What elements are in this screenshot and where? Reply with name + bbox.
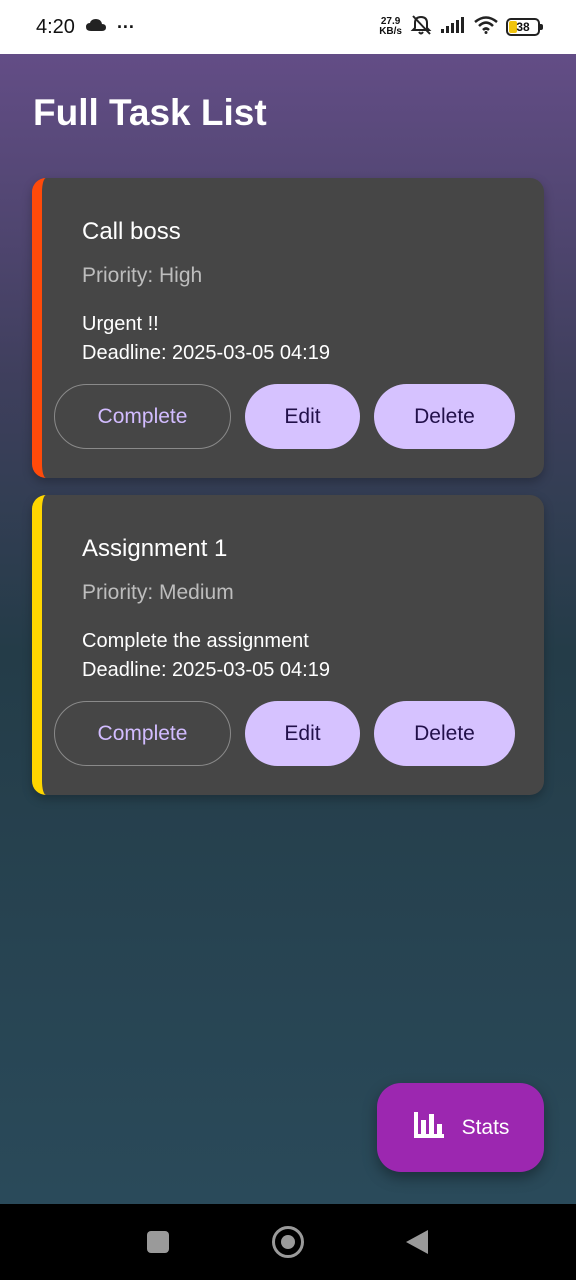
status-bar: 4:20 ··· 27.9 KB/s 38 (0, 0, 576, 54)
back-icon[interactable] (406, 1230, 428, 1254)
task-priority: Priority: High (82, 264, 203, 287)
task-title: Assignment 1 (82, 535, 228, 562)
stats-fab[interactable]: Stats (377, 1083, 544, 1172)
battery-level: 38 (516, 20, 530, 34)
stats-label: Stats (461, 1115, 510, 1139)
task-deadline: Deadline: 2025-03-05 04:19 (82, 342, 330, 364)
delete-button[interactable]: Delete (374, 701, 515, 766)
task-deadline: Deadline: 2025-03-05 04:19 (82, 659, 330, 681)
speed-unit: KB/s (379, 26, 402, 37)
complete-button[interactable]: Complete (54, 384, 231, 449)
task-title: Call boss (82, 218, 181, 245)
app-screen: Full Task List Call boss Priority: High … (0, 54, 576, 1204)
navigation-bar (0, 1204, 576, 1280)
task-description: Complete the assignment (82, 630, 309, 652)
status-right: 27.9 KB/s 38 (379, 14, 543, 41)
status-left: 4:20 ··· (36, 16, 135, 39)
task-card: Assignment 1 Priority: Medium Complete t… (32, 495, 544, 795)
task-description: Urgent !! (82, 313, 159, 335)
network-speed: 27.9 KB/s (379, 17, 402, 37)
wifi-icon (474, 15, 498, 39)
page-title: Full Task List (33, 92, 267, 133)
edit-button[interactable]: Edit (245, 701, 360, 766)
task-card: Call boss Priority: High Urgent !! Deadl… (32, 178, 544, 478)
edit-button[interactable]: Edit (245, 384, 360, 449)
delete-button[interactable]: Delete (374, 384, 515, 449)
bar-chart-icon (412, 1110, 446, 1146)
complete-button[interactable]: Complete (54, 701, 231, 766)
more-dots: ··· (116, 16, 135, 37)
recents-icon[interactable] (147, 1231, 169, 1253)
battery-icon: 38 (506, 18, 543, 36)
home-icon[interactable] (272, 1226, 304, 1258)
status-time: 4:20 (36, 15, 75, 38)
signal-icon (440, 16, 466, 39)
task-priority: Priority: Medium (82, 581, 234, 604)
cloud-icon (85, 18, 107, 37)
bell-off-icon (410, 14, 432, 41)
